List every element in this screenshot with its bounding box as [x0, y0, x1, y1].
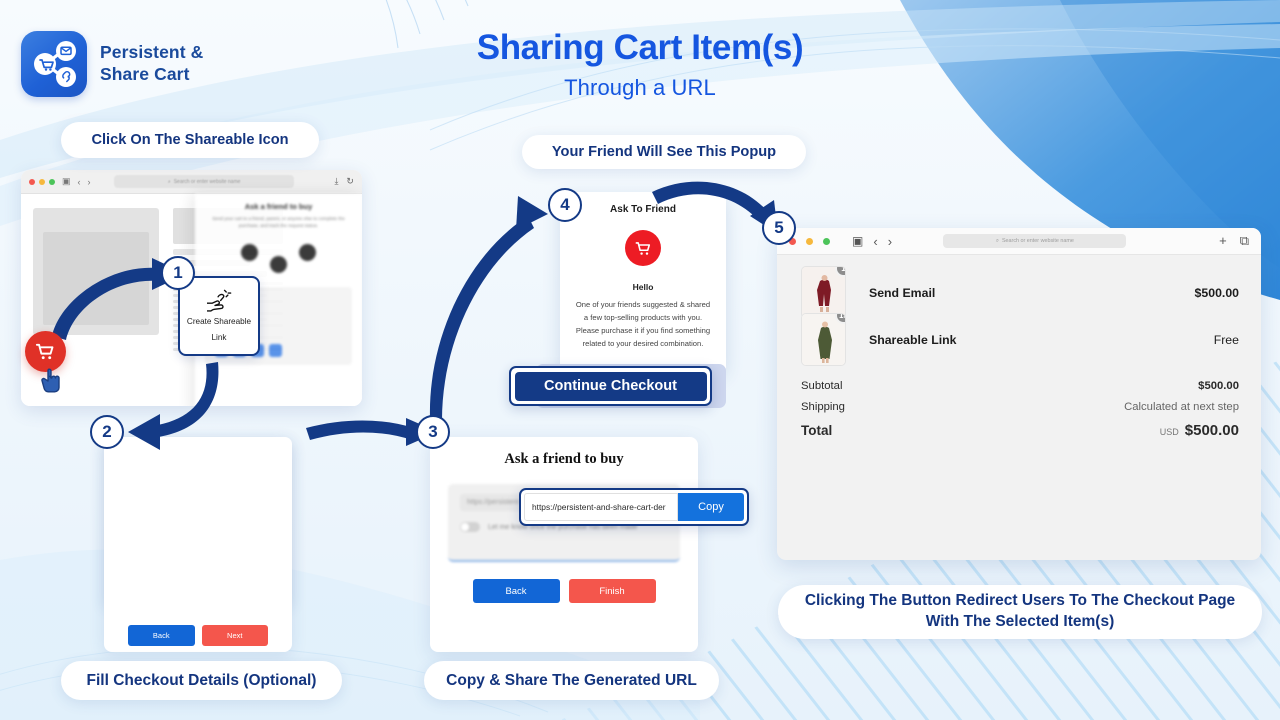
caption-step5: Clicking The Button Redirect Users To Th… [778, 585, 1262, 639]
product-image-placeholder [33, 208, 159, 335]
checkout-details-sheet [104, 437, 292, 652]
total-label: Total [801, 423, 833, 438]
continue-checkout-highlight: Continue Checkout [509, 366, 712, 406]
cart-badge [625, 230, 661, 266]
popup-body: Send your cart to a friend, parent, or a… [212, 216, 345, 228]
product-thumbnail: 1 [801, 266, 846, 319]
plus-icon[interactable]: + [1219, 233, 1227, 249]
step-badge-1: 1 [161, 256, 195, 290]
summary-row-shipping: Shipping Calculated at next step [801, 401, 1239, 413]
address-bar[interactable]: ⌕ Search or enter website name [114, 175, 295, 188]
avatar-group [205, 243, 352, 273]
step-badge-3: 3 [416, 415, 450, 449]
next-button[interactable]: Next [201, 625, 268, 646]
search-icon: ⌕ [995, 237, 999, 244]
product-thumbnail: 13 [801, 313, 846, 366]
item-name: Shareable Link [869, 332, 957, 347]
address-bar-text: Search or enter website name [1001, 238, 1074, 244]
refresh-icon[interactable]: ↻ [346, 176, 354, 187]
create-shareable-link-tooltip[interactable]: Create Shareable Link [178, 276, 260, 356]
panel4-title: Ask To Friend [610, 204, 676, 215]
notify-toggle[interactable] [460, 522, 480, 532]
caption-step2: Fill Checkout Details (Optional) [61, 661, 342, 700]
table-row: 13 Shareable Link Free [801, 313, 1239, 366]
step-badge-2: 2 [90, 415, 124, 449]
page-title: Sharing Cart Item(s) [476, 28, 804, 67]
panel3-actions: Back Finish [448, 579, 680, 603]
summary-label: Subtotal [801, 380, 843, 392]
hand-click-icon [207, 289, 232, 312]
finish-button[interactable]: Finish [568, 579, 656, 603]
checkout-summary: 1 Send Email $500.00 13 Shareable Link F… [777, 255, 1261, 439]
tooltip-line2: Link [211, 333, 227, 342]
total-value: $500.00 [1184, 422, 1239, 439]
maximize-icon[interactable] [49, 178, 55, 185]
popup-title: Ask a friend to buy [244, 202, 313, 211]
summary-value: Calculated at next step [1124, 401, 1239, 413]
copy-url-highlight: https://persistent-and-share-cart-der Co… [519, 488, 749, 526]
download-icon[interactable]: ⤓ [334, 176, 338, 187]
summary-label: Shipping [801, 401, 845, 413]
forward-icon[interactable]: › [888, 234, 892, 249]
address-bar-text: Search or enter website name [173, 178, 241, 185]
shopping-cart-icon [35, 343, 54, 360]
total-amount: USD $500.00 [1160, 422, 1239, 439]
tooltip-line1: Create Shareable [186, 316, 252, 326]
shopping-cart-icon [635, 241, 650, 255]
address-bar[interactable]: ⌕ Search or enter website name [943, 234, 1127, 248]
minimize-icon[interactable] [39, 178, 45, 185]
minimize-icon[interactable] [806, 237, 813, 245]
back-button[interactable]: Back [472, 579, 560, 603]
step-badge-4: 4 [548, 188, 582, 222]
window-controls[interactable] [29, 178, 55, 185]
page-subtitle: Through a URL [564, 74, 716, 100]
continue-checkout-button[interactable]: Continue Checkout [514, 371, 707, 401]
avatar [299, 243, 316, 261]
forward-icon[interactable]: › [88, 177, 91, 187]
back-button[interactable]: Back [128, 625, 195, 646]
avatar [270, 255, 287, 273]
back-icon[interactable]: ‹ [873, 234, 877, 249]
ask-a-friend-to-buy-card: Ask a friend to buy https://persistent-a… [430, 437, 698, 652]
back-icon[interactable]: ‹ [78, 177, 81, 187]
panel3-title: Ask a friend to buy [504, 451, 624, 467]
greeting-text: Hello [632, 282, 654, 292]
sidebar-toggle-icon[interactable]: ▣ [62, 176, 71, 187]
item-price: $500.00 [1194, 285, 1239, 300]
browser-chrome: ▣ ‹ › ⌕ Search or enter website name + ⧉ [777, 228, 1261, 255]
pointing-hand-icon [40, 363, 60, 393]
caption-step3: Copy & Share The Generated URL [424, 661, 719, 700]
caption-step1: Click On The Shareable Icon [61, 122, 319, 158]
maximize-icon[interactable] [823, 237, 830, 245]
popup-body-text: One of your friends suggested & shared a… [575, 300, 711, 349]
item-name: Send Email [869, 285, 936, 300]
caption-step4: Your Friend Will See This Popup [522, 135, 806, 169]
panel2-actions: Back Next [128, 625, 268, 646]
hero-heading: Sharing Cart Item(s) Through a URL [0, 28, 1280, 101]
instagram-icon[interactable] [269, 343, 282, 357]
step-badge-5: 5 [762, 211, 796, 245]
avatar [241, 243, 258, 261]
copy-tabs-icon[interactable]: ⧉ [1240, 233, 1249, 249]
browser-chrome: ▣ ‹ › ⌕ Search or enter website name ⤓ ↻ [21, 170, 362, 194]
ask-to-friend-popup: Ask To Friend Hello One of your friends … [560, 192, 726, 372]
copy-button[interactable]: Copy [678, 493, 744, 521]
generated-url-input[interactable]: https://persistent-and-share-cart-der [524, 493, 678, 521]
summary-row-total: Total USD $500.00 [801, 422, 1239, 439]
total-currency: USD [1159, 427, 1179, 437]
close-icon[interactable] [29, 178, 35, 185]
checkout-browser-mock: ▣ ‹ › ⌕ Search or enter website name + ⧉… [777, 228, 1261, 560]
search-icon: ⌕ [167, 178, 171, 185]
sidebar-toggle-icon[interactable]: ▣ [852, 234, 863, 248]
item-price: Free [1213, 332, 1239, 347]
summary-value: $500.00 [1198, 380, 1239, 392]
table-row: 1 Send Email $500.00 [801, 266, 1239, 319]
summary-row-subtotal: Subtotal $500.00 [801, 380, 1239, 392]
